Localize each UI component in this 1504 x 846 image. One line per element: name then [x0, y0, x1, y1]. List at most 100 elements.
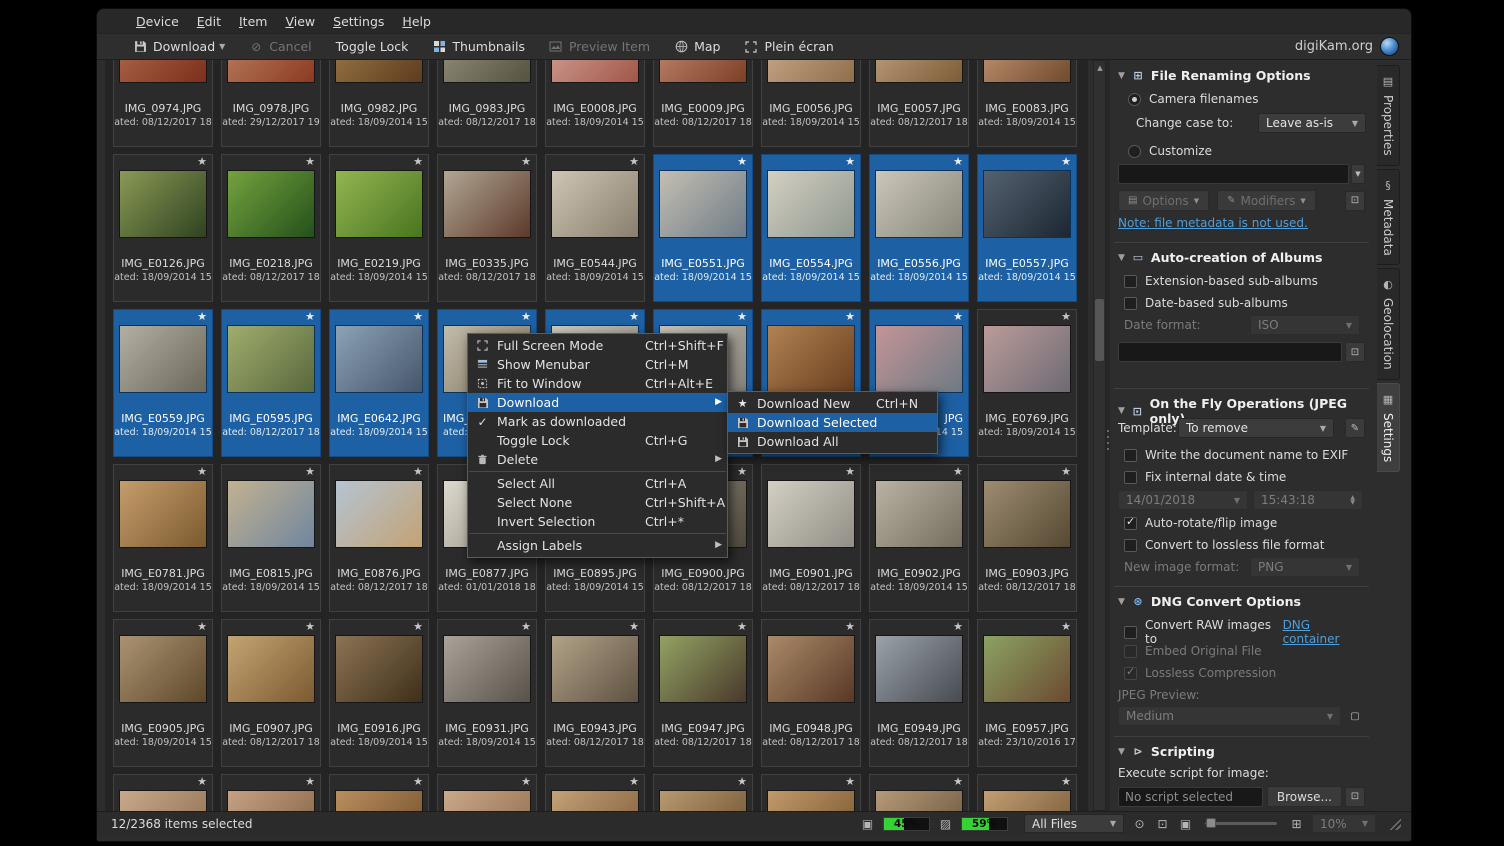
cancel-button[interactable]: ⊘ Cancel	[249, 39, 311, 54]
scrollbar-thumb[interactable]	[1095, 299, 1104, 361]
thumbnail-cell-img-e0554-jpg[interactable]: ★IMG_E0554.JPGated: 18/09/2014 15	[761, 154, 861, 302]
lossless-checkbox[interactable]	[1124, 539, 1137, 552]
menu-item-assign-labels[interactable]: Assign Labels▶	[468, 536, 727, 555]
thumbnail-cell[interactable]: ★	[113, 774, 213, 811]
grid-scrollbar[interactable]: ▲	[1093, 60, 1106, 811]
thumbnail-cell-img-e0219-jpg[interactable]: ★IMG_E0219.JPGated: 18/09/2014 15	[329, 154, 429, 302]
zoom-slider[interactable]	[1205, 822, 1277, 825]
thumbnail-cell-img-e0218-jpg[interactable]: ★IMG_E0218.JPGated: 08/12/2017 18	[221, 154, 321, 302]
script-input[interactable]: No script selected	[1118, 787, 1263, 807]
zoom-in-icon[interactable]: ⊞	[1289, 817, 1304, 831]
embed-original-row[interactable]: Embed Original File	[1124, 644, 1365, 658]
tab-geolocation[interactable]: ◐Geolocation	[1377, 268, 1400, 380]
thumbnail-cell-img-e0905-jpg[interactable]: ★IMG_E0905.JPGated: 18/09/2014 15	[113, 619, 213, 767]
menu-device[interactable]: Device	[127, 11, 188, 32]
thumbnail-cell-img-e0876-jpg[interactable]: ★IMG_E0876.JPGated: 08/12/2017 18	[329, 464, 429, 612]
thumbnail-cell[interactable]: ★	[329, 774, 429, 811]
thumbnail-cell-img-e0057-jpg[interactable]: ★IMG_E0057.JPGated: 08/12/2017 18	[869, 60, 969, 147]
section-albums[interactable]: ▼ ▭ Auto-creation of Albums	[1118, 250, 1365, 265]
menu-item-download-new[interactable]: ★Download NewCtrl+N	[728, 394, 937, 413]
thumbnail-cell-img-e0957-jpg[interactable]: ★IMG_E0957.JPGated: 23/10/2016 17	[977, 619, 1077, 767]
menu-item-download[interactable]: Download▶	[468, 393, 727, 412]
script-history-button[interactable]: ⊡	[1345, 787, 1365, 807]
toggle-lock-button[interactable]: Toggle Lock	[336, 39, 409, 54]
write-exif-row[interactable]: Write the document name to EXIF	[1124, 448, 1365, 462]
extension-subalbums-checkbox[interactable]	[1124, 275, 1137, 288]
thumbnail-cell-img-0974-jpg[interactable]: ★IMG_0974.JPGated: 08/12/2017 18	[113, 60, 213, 147]
thumbnail-cell[interactable]: ★	[977, 774, 1077, 811]
thumbnail-cell[interactable]: ★	[869, 774, 969, 811]
lossless-compression-checkbox[interactable]	[1124, 667, 1137, 680]
thumbnail-cell-img-e0551-jpg[interactable]: ★IMG_E0551.JPGated: 18/09/2014 15	[653, 154, 753, 302]
browse-button[interactable]: Browse...	[1267, 786, 1342, 807]
thumbnail-cell-img-e0769-jpg[interactable]: ★IMG_E0769.JPGated: 18/09/2014 15	[977, 309, 1077, 457]
download-button[interactable]: Download ▼	[133, 39, 225, 54]
menu-item-delete[interactable]: Delete▶	[468, 450, 727, 469]
thumbnail-cell-img-e0083-jpg[interactable]: ★IMG_E0083.JPGated: 18/09/2014 15	[977, 60, 1077, 147]
thumbnail-cell-img-e0556-jpg[interactable]: ★IMG_E0556.JPGated: 18/09/2014 15	[869, 154, 969, 302]
thumbnail-cell-img-e0544-jpg[interactable]: ★IMG_E0544.JPGated: 18/09/2014 15	[545, 154, 645, 302]
zoom-slider-handle[interactable]	[1206, 818, 1216, 828]
date-field[interactable]: 14/01/2018▼	[1118, 490, 1248, 510]
thumbnail-cell-img-e0902-jpg[interactable]: ★IMG_E0902.JPGated: 18/09/2014 15	[869, 464, 969, 612]
download-dropdown-arrow[interactable]: ▼	[219, 42, 225, 51]
convert-raw-row[interactable]: Convert RAW images to DNG container	[1124, 618, 1365, 646]
thumbnails-button[interactable]: Thumbnails	[432, 39, 525, 54]
thumbnail-cell-img-e0335-jpg[interactable]: ★IMG_E0335.JPGated: 08/12/2017 18	[437, 154, 537, 302]
preview-item-button[interactable]: Preview Item	[549, 39, 650, 54]
section-dng[interactable]: ▼ ⊛ DNG Convert Options	[1118, 594, 1365, 609]
fit-select-icon[interactable]: ⊡	[1155, 817, 1170, 831]
menu-item-fit-to-window[interactable]: Fit to WindowCtrl+Alt+E	[468, 374, 727, 393]
thumbnail-cell-img-e0056-jpg[interactable]: ★IMG_E0056.JPGated: 18/09/2014 15	[761, 60, 861, 147]
thumbnail-cell-img-e0903-jpg[interactable]: ★IMG_E0903.JPGated: 08/12/2017 18	[977, 464, 1077, 612]
thumbnail-cell-img-e0916-jpg[interactable]: ★IMG_E0916.JPGated: 18/09/2014 15	[329, 619, 429, 767]
thumbnail-cell-img-e0008-jpg[interactable]: ★IMG_E0008.JPGated: 18/09/2014 15	[545, 60, 645, 147]
thumbnail-cell-img-e0559-jpg[interactable]: ★IMG_E0559.JPGated: 18/09/2014 15	[113, 309, 213, 457]
menu-help[interactable]: Help	[393, 11, 440, 32]
new-format-select[interactable]: PNG▼	[1250, 557, 1360, 577]
menu-item-download-all[interactable]: Download All	[728, 432, 937, 451]
lossless-compression-row[interactable]: Lossless Compression	[1124, 666, 1365, 680]
fix-datetime-row[interactable]: Fix internal date & time	[1124, 470, 1365, 484]
change-case-select[interactable]: Leave as-is▼	[1258, 113, 1366, 133]
menu-item[interactable]: Item	[230, 11, 276, 32]
thumbnail-cell-img-e0949-jpg[interactable]: ★IMG_E0949.JPGated: 08/12/2017 18	[869, 619, 969, 767]
thumbnail-cell-img-0978-jpg[interactable]: ★IMG_0978.JPGated: 29/12/2017 19	[221, 60, 321, 147]
zoom-level-select[interactable]: 10%▼	[1312, 814, 1376, 833]
menu-view[interactable]: View	[276, 11, 324, 32]
rename-history-button[interactable]: ⊡	[1345, 191, 1365, 211]
dng-container-link[interactable]: DNG container	[1283, 618, 1365, 646]
menu-item-download-selected[interactable]: Download Selected	[728, 413, 937, 432]
embed-original-checkbox[interactable]	[1124, 645, 1137, 658]
date-format-select[interactable]: ISO▼	[1250, 315, 1360, 335]
thumbnail-cell-img-e0126-jpg[interactable]: ★IMG_E0126.JPGated: 18/09/2014 15	[113, 154, 213, 302]
menu-item-invert-selection[interactable]: Invert SelectionCtrl+*	[468, 512, 727, 531]
map-button[interactable]: Map	[674, 39, 720, 54]
thumbnail-cell-img-e0557-jpg[interactable]: ★IMG_E0557.JPGated: 18/09/2014 15	[977, 154, 1077, 302]
jpeg-preview-select[interactable]: Medium▼	[1118, 706, 1341, 726]
customize-radio[interactable]	[1128, 145, 1141, 158]
thumbnail-cell-img-0982-jpg[interactable]: ★IMG_0982.JPGated: 18/09/2014 15	[329, 60, 429, 147]
zoom-fit-icon[interactable]: ⊙	[1132, 817, 1147, 831]
rename-pattern-input[interactable]	[1118, 164, 1349, 184]
menu-edit[interactable]: Edit	[188, 11, 230, 32]
menu-settings[interactable]: Settings	[324, 11, 393, 32]
thumbnail-cell-img-e0931-jpg[interactable]: ★IMG_E0931.JPGated: 18/09/2014 15	[437, 619, 537, 767]
album-history-button[interactable]: ⊡	[1345, 342, 1365, 362]
fix-datetime-checkbox[interactable]	[1124, 471, 1137, 484]
section-file-renaming[interactable]: ▼ ⊞ File Renaming Options	[1118, 68, 1365, 83]
thumbnail-cell[interactable]: ★	[221, 774, 321, 811]
autorotate-row[interactable]: Auto-rotate/flip image	[1124, 516, 1365, 530]
date-subalbums-row[interactable]: Date-based sub-albums	[1124, 296, 1365, 310]
thumbnail-cell-img-e0642-jpg[interactable]: ★IMG_E0642.JPGated: 18/09/2014 15	[329, 309, 429, 457]
extension-subalbums-row[interactable]: Extension-based sub-albums	[1124, 274, 1365, 288]
thumbnail-cell-img-e0901-jpg[interactable]: ★IMG_E0901.JPGated: 08/12/2017 18	[761, 464, 861, 612]
menu-item-select-all[interactable]: Select AllCtrl+A	[468, 474, 727, 493]
camera-filenames-radio[interactable]	[1128, 93, 1141, 106]
menu-item-toggle-lock[interactable]: Toggle LockCtrl+G	[468, 431, 727, 450]
thumbnail-cell[interactable]: ★	[653, 774, 753, 811]
tab-properties[interactable]: ▤Properties	[1377, 65, 1400, 166]
thumbnail-cell[interactable]: ★	[761, 774, 861, 811]
options-button[interactable]: ▤ Options ▼	[1118, 190, 1209, 211]
thumbnail-cell-img-e0595-jpg[interactable]: ★IMG_E0595.JPGated: 08/12/2017 18	[221, 309, 321, 457]
